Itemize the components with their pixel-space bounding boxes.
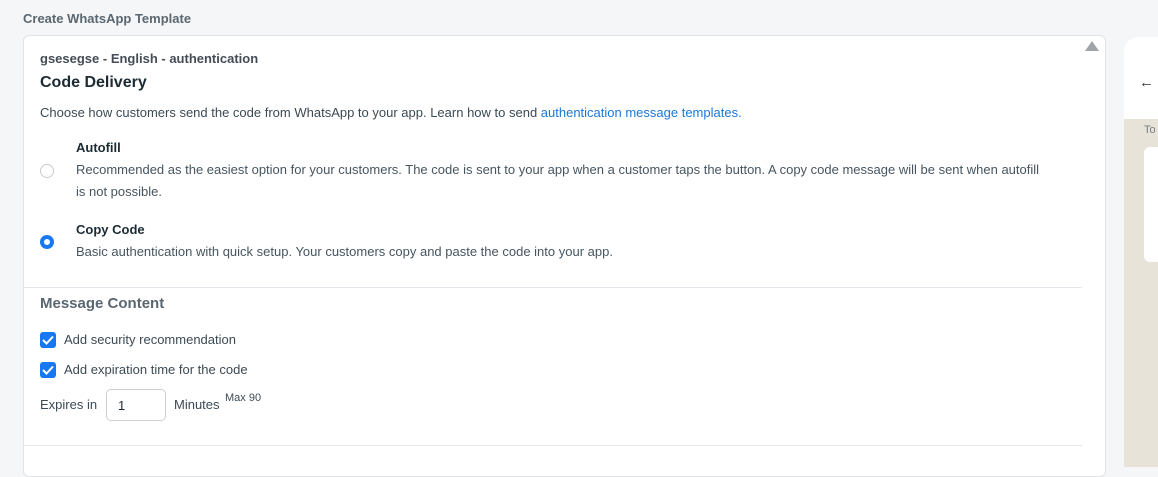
section-divider (24, 287, 1082, 288)
scroll-up-arrow-icon[interactable] (1085, 41, 1099, 51)
copy-code-description: Basic authentication with quick setup. Y… (76, 244, 613, 259)
message-content-title: Message Content (40, 295, 165, 312)
copy-code-radio[interactable] (40, 235, 54, 249)
autofill-description: Recommended as the easiest option for yo… (76, 162, 1040, 199)
code-delivery-description: Choose how customers send the code from … (40, 105, 742, 120)
expiration-time-checkbox[interactable] (40, 362, 56, 378)
preview-chat-label: To (1144, 124, 1156, 136)
minutes-label: Minutes (174, 397, 220, 412)
back-arrow-icon[interactable]: ← (1139, 74, 1154, 91)
scrollbar-track[interactable] (1082, 56, 1102, 456)
code-delivery-title: Code Delivery (40, 74, 147, 91)
expires-in-label: Expires in (40, 397, 98, 412)
checkmark-icon (42, 365, 54, 375)
security-recommendation-label: Add security recommendation (64, 332, 236, 347)
description-text: Choose how customers send the code from … (40, 105, 541, 120)
security-recommendation-checkbox[interactable] (40, 332, 56, 348)
checkmark-icon (42, 335, 54, 345)
max-minutes-label: Max 90 (225, 392, 262, 404)
autofill-title: Autofill (76, 140, 121, 155)
section-divider (24, 445, 1082, 446)
autofill-radio[interactable] (40, 164, 54, 178)
template-subtitle: gsesegse - English - authentication (40, 51, 259, 66)
auth-templates-link[interactable]: authentication message templates. (541, 105, 742, 120)
preview-message-bubble (1144, 147, 1158, 262)
expires-minutes-input[interactable] (106, 389, 166, 421)
copy-code-title: Copy Code (76, 222, 145, 237)
expiration-time-label: Add expiration time for the code (64, 362, 248, 377)
page-title: Create WhatsApp Template (23, 11, 192, 26)
